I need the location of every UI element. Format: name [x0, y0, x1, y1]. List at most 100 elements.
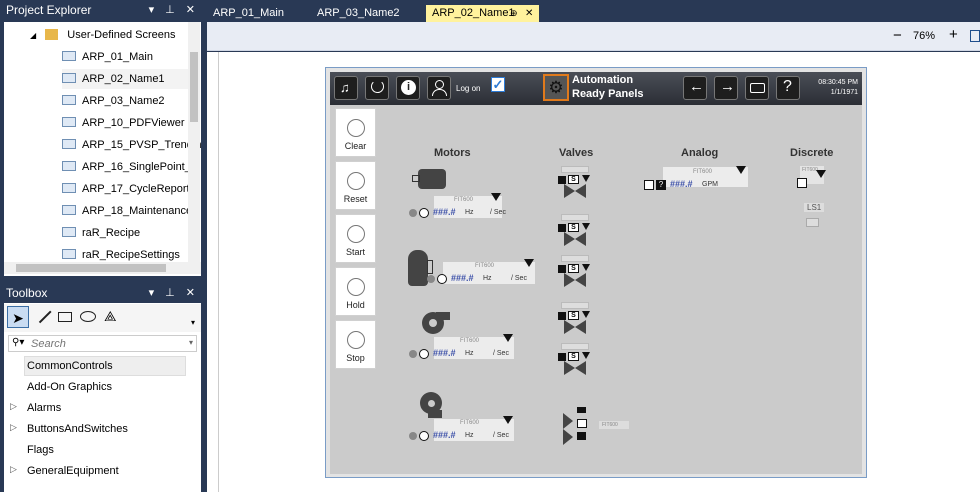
- valve-5[interactable]: S: [558, 343, 592, 375]
- tree-item[interactable]: ARP_10_PDFViewer: [62, 113, 185, 133]
- tree-item[interactable]: ARP_17_CycleReport: [62, 179, 190, 199]
- expand-arrow-icon[interactable]: ▷: [10, 401, 17, 412]
- toolbox-title: Toolbox ▾ ⊥ ✕: [0, 283, 203, 303]
- toolbar-expand-icon[interactable]: ▾: [191, 318, 195, 327]
- side-button-hold[interactable]: Hold: [335, 267, 376, 316]
- ls1-indicator[interactable]: [806, 218, 819, 227]
- stop-symbol-icon[interactable]: [419, 349, 429, 359]
- info-button[interactable]: i: [396, 76, 420, 100]
- dropdown-triangle-icon[interactable]: [736, 166, 746, 174]
- pointer-tool-icon[interactable]: ➤: [7, 306, 29, 328]
- h-scroll-thumb[interactable]: [16, 264, 166, 272]
- search-icon: ⚲▾: [12, 337, 25, 348]
- auto-mode-icon[interactable]: [409, 350, 417, 358]
- panel-controls[interactable]: ▾ ⊥ ✕: [149, 0, 199, 20]
- zoom-out-button[interactable]: −: [893, 27, 902, 44]
- expand-arrow-icon[interactable]: ◢: [30, 31, 36, 40]
- expand-arrow-icon[interactable]: ▷: [10, 464, 17, 475]
- info-icon: i: [401, 80, 416, 95]
- stop-symbol-icon[interactable]: [797, 178, 807, 188]
- search-dropdown-icon[interactable]: ▾: [189, 338, 193, 347]
- side-button-reset[interactable]: Reset: [335, 161, 376, 210]
- tree-item[interactable]: ARP_18_MaintenanceF: [62, 201, 199, 221]
- arrow-right-icon: →: [720, 78, 735, 95]
- line-tool-icon[interactable]: [38, 310, 52, 323]
- side-button-stop[interactable]: Stop: [335, 320, 376, 369]
- rectangle-tool-icon[interactable]: [58, 312, 72, 322]
- toolbox-search[interactable]: ⚲▾ ▾: [8, 335, 197, 352]
- fit-screen-icon[interactable]: [970, 30, 980, 42]
- search-input[interactable]: [31, 337, 181, 350]
- help-button[interactable]: ?: [776, 76, 800, 100]
- document-tab[interactable]: ARP_01_Main: [207, 5, 307, 22]
- valve-1[interactable]: S: [558, 166, 592, 198]
- close-x-icon: [558, 353, 566, 361]
- hmi-screen[interactable]: ♫ i Log on ✓ ⚙ Automation Ready Panels ←…: [325, 67, 867, 478]
- scroll-thumb[interactable]: [190, 52, 198, 122]
- motor-1-icon[interactable]: [412, 167, 447, 191]
- back-button[interactable]: ←: [683, 76, 707, 100]
- toolbox-category[interactable]: CommonControls: [27, 356, 113, 376]
- side-button-clear[interactable]: Clear: [335, 108, 376, 157]
- motor-2-icon[interactable]: [408, 250, 434, 290]
- arrow-left-icon: ←: [689, 78, 704, 95]
- stop-symbol-icon[interactable]: [419, 208, 429, 218]
- hold-icon: [347, 278, 365, 296]
- ls1-label: LS1: [804, 203, 825, 212]
- tree-item[interactable]: raR_Recipe: [62, 223, 140, 243]
- toolbox-category[interactable]: ButtonsAndSwitches: [27, 419, 128, 439]
- refresh-button[interactable]: [365, 76, 389, 100]
- stop-symbol-icon[interactable]: [419, 431, 429, 441]
- toolbox-body: ➤ ⟁ ▾ ⚲▾ ▾ CommonControlsAdd-On Graphics…: [4, 303, 201, 492]
- polyline-tool-icon[interactable]: ⟁: [104, 308, 117, 325]
- bell-icon: ♫: [340, 80, 350, 95]
- display-button[interactable]: [745, 76, 769, 100]
- valve-3[interactable]: S: [558, 255, 592, 287]
- dropdown-triangle-icon[interactable]: [491, 193, 501, 201]
- hmi-inner: ♫ i Log on ✓ ⚙ Automation Ready Panels ←…: [330, 72, 862, 474]
- screen-icon: [750, 83, 765, 93]
- auto-mode-icon[interactable]: [427, 275, 435, 283]
- document-tab[interactable]: ARP_02_Name1 ⊕ ✕: [426, 5, 539, 22]
- dropdown-triangle-icon[interactable]: [524, 259, 534, 267]
- tree-item[interactable]: ARP_16_SinglePoint_T: [62, 157, 198, 177]
- document-tab[interactable]: ARP_03_Name2: [311, 5, 422, 22]
- toolbox-category[interactable]: Flags: [27, 440, 54, 460]
- side-button-start[interactable]: Start: [335, 214, 376, 263]
- pump-1-value: ###.#: [433, 348, 456, 358]
- logon-button[interactable]: [427, 76, 451, 100]
- close-x-icon: [558, 312, 566, 320]
- forward-button[interactable]: →: [714, 76, 738, 100]
- expand-arrow-icon[interactable]: ▷: [10, 422, 17, 433]
- toolbox-category[interactable]: GeneralEquipment: [27, 461, 119, 481]
- tree-item[interactable]: ARP_03_Name2: [62, 91, 165, 111]
- h-scrollbar[interactable]: [4, 262, 201, 274]
- tree-item[interactable]: ARP_01_Main: [62, 47, 153, 67]
- pin-icon[interactable]: ⊕: [510, 5, 518, 22]
- close-tab-icon[interactable]: ✕: [525, 5, 533, 22]
- alarm-bell-button[interactable]: ♫: [334, 76, 358, 100]
- clock-time: 08:30:45 PM: [818, 79, 858, 86]
- tree-item[interactable]: ARP_15_PVSP_Trendin: [62, 135, 201, 155]
- ellipse-tool-icon[interactable]: [80, 311, 96, 322]
- dropdown-triangle-icon[interactable]: [503, 416, 513, 424]
- panel-controls[interactable]: ▾ ⊥ ✕: [149, 283, 199, 303]
- pump-1-icon[interactable]: [422, 310, 450, 334]
- tree-scrollbar[interactable]: [188, 22, 200, 262]
- dropdown-triangle-icon[interactable]: [503, 334, 513, 342]
- pump-2-icon[interactable]: [420, 392, 446, 418]
- stop-symbol-icon[interactable]: [437, 274, 447, 284]
- zoom-in-button[interactable]: +: [949, 26, 958, 43]
- valve-2[interactable]: S: [558, 214, 592, 246]
- toolbox-category[interactable]: Alarms: [27, 398, 61, 418]
- tree-folder[interactable]: ◢ User-Defined Screens: [30, 25, 176, 45]
- valve-6[interactable]: FIT600: [563, 407, 633, 445]
- dropdown-triangle-icon[interactable]: [816, 170, 826, 178]
- toolbox-category[interactable]: Add-On Graphics: [27, 377, 112, 397]
- auto-mode-icon[interactable]: [409, 209, 417, 217]
- brand-line1: Automation: [572, 74, 634, 86]
- valve-4[interactable]: S: [558, 302, 592, 334]
- auto-mode-icon[interactable]: [409, 432, 417, 440]
- screen-file-icon: [62, 73, 76, 84]
- tree-item[interactable]: ARP_02_Name1: [62, 69, 188, 89]
